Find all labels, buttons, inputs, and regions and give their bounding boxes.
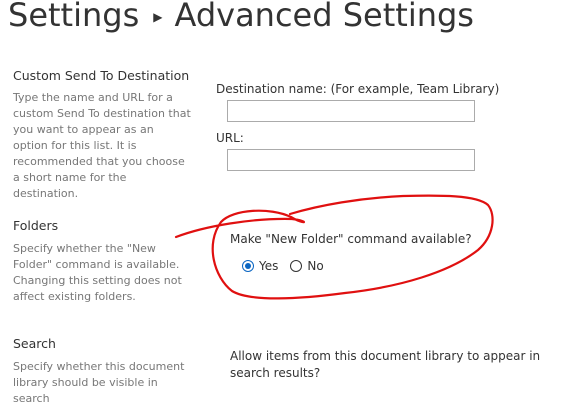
- search-description: Specify whether this document library sh…: [13, 360, 185, 405]
- breadcrumb-arrow-icon: ▶: [153, 10, 163, 24]
- radio-yes-label: Yes: [259, 259, 279, 273]
- new-folder-radio-group: Yes No: [242, 259, 336, 273]
- search-question: Allow items from this document library t…: [230, 349, 541, 380]
- url-label: URL:: [216, 131, 244, 145]
- url-input[interactable]: [227, 149, 475, 171]
- destination-name-label: Destination name: (For example, Team Lib…: [216, 82, 500, 96]
- send-to-description: Type the name and URL for a custom Send …: [13, 91, 191, 200]
- radio-no[interactable]: No: [290, 259, 324, 273]
- search-heading: Search: [13, 336, 56, 351]
- radio-yes[interactable]: Yes: [242, 259, 278, 273]
- send-to-heading: Custom Send To Destination: [13, 68, 190, 83]
- folders-heading: Folders: [13, 218, 59, 233]
- radio-no-label: No: [307, 259, 324, 273]
- radio-no-circle[interactable]: [290, 260, 303, 272]
- page-title: Settings ▶ Advanced Settings: [8, 0, 474, 34]
- new-folder-question: Make "New Folder" command available?: [230, 232, 472, 246]
- folders-description: Specify whether the "New Folder" command…: [13, 242, 182, 303]
- breadcrumb-current: Advanced Settings: [174, 0, 474, 34]
- breadcrumb-settings[interactable]: Settings: [8, 0, 139, 34]
- destination-name-input[interactable]: [227, 100, 475, 122]
- radio-yes-circle[interactable]: [242, 260, 254, 272]
